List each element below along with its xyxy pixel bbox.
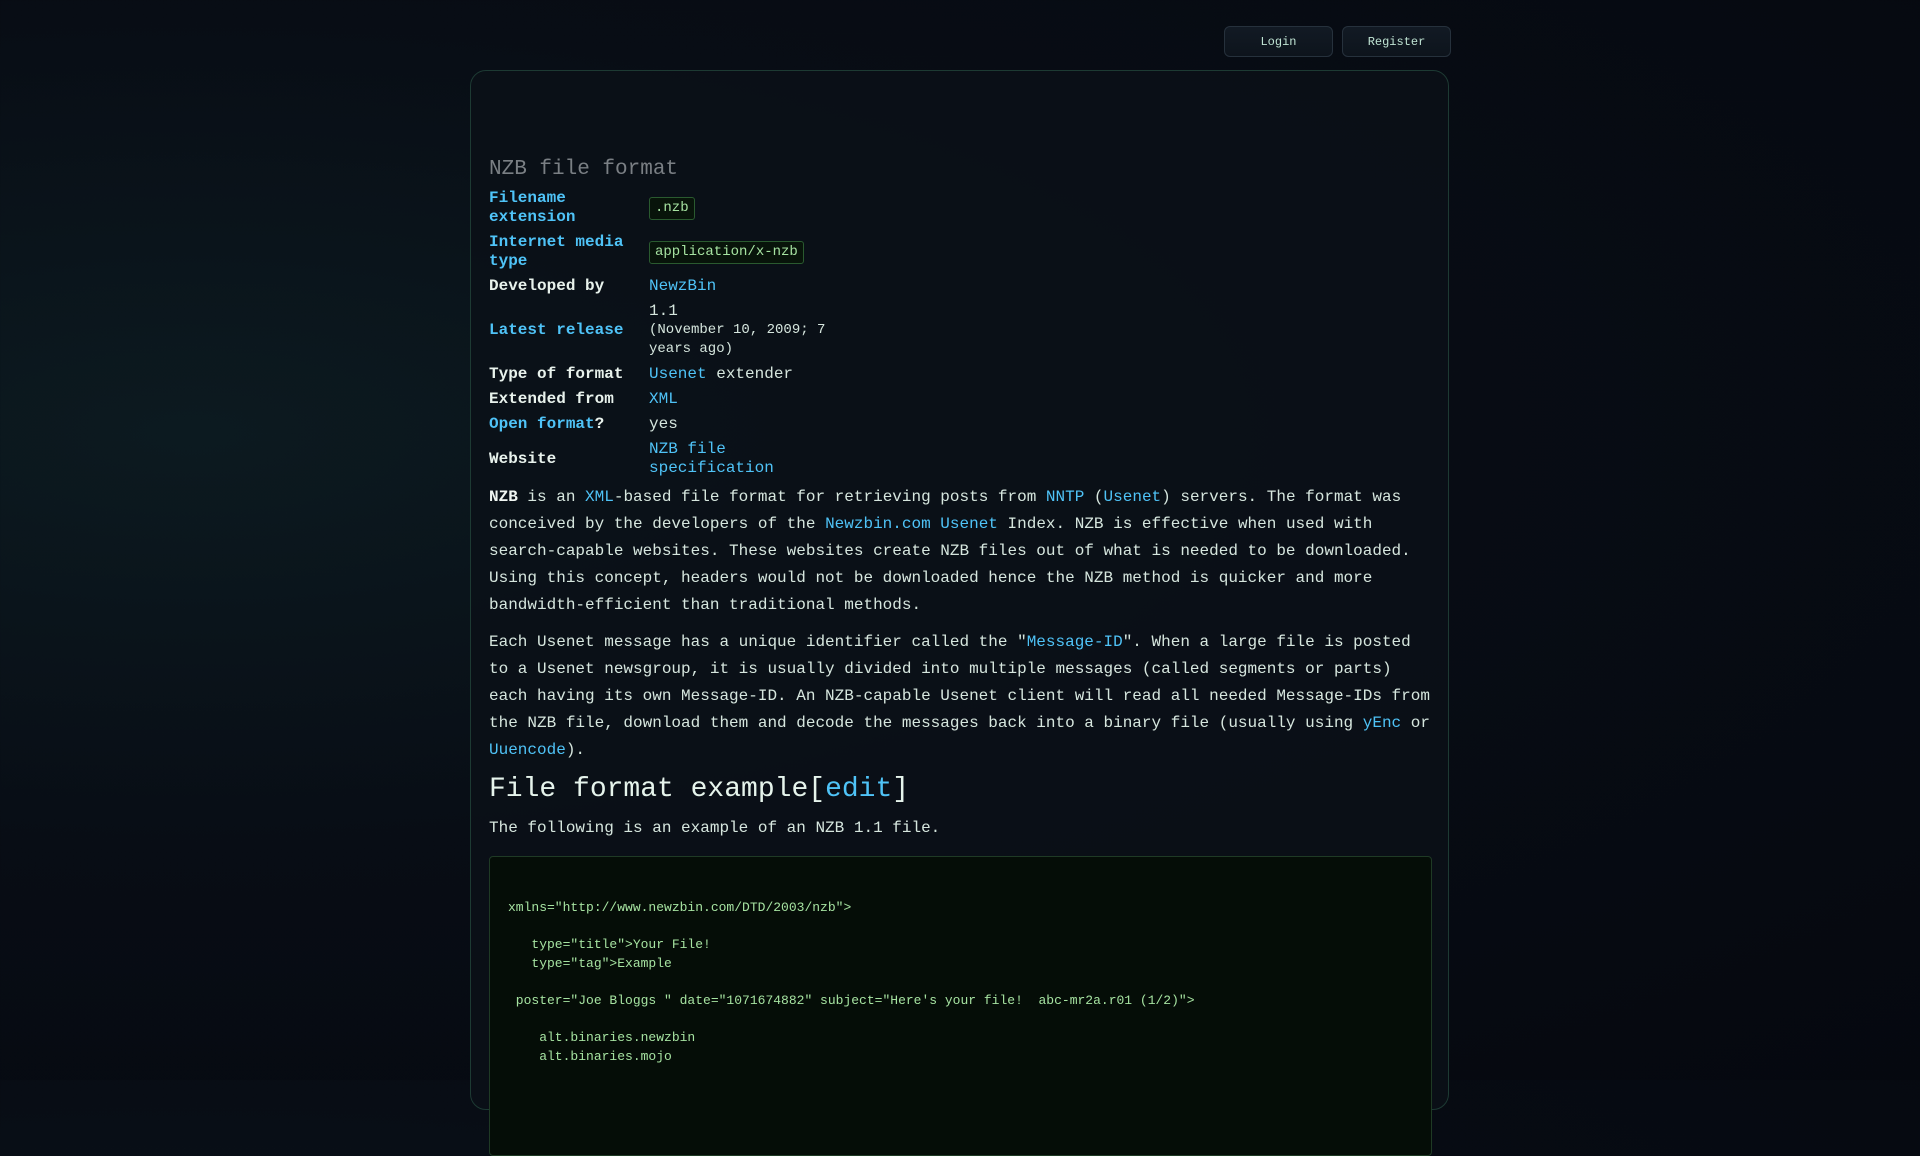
infobox-row: Website NZB file specification: [489, 440, 839, 484]
xml-link[interactable]: XML: [649, 390, 678, 408]
content-card: NZB file format Filename extension .nzb …: [470, 70, 1449, 1156]
infobox-label: Type of format: [489, 365, 624, 383]
bracket: ]: [892, 774, 910, 805]
text: or: [1401, 714, 1430, 732]
register-button[interactable]: Register: [1342, 26, 1451, 57]
infobox: Filename extension .nzb Internet media t…: [489, 189, 839, 484]
format-type: extender: [706, 365, 794, 383]
question-mark: ?: [594, 415, 605, 433]
uuencode-link[interactable]: Uuencode: [489, 741, 566, 759]
example-intro: The following is an example of an NZB 1.…: [489, 819, 941, 837]
infobox-row: Open format? yes: [489, 415, 839, 440]
text: -based file format for retrieving posts …: [613, 488, 1046, 506]
text: is an: [517, 488, 586, 506]
login-button[interactable]: Login: [1224, 26, 1333, 57]
open-format-link[interactable]: Open format: [489, 415, 595, 433]
website-link[interactable]: NZB file specification: [649, 440, 774, 477]
text: (: [1084, 488, 1104, 506]
infobox-label-link[interactable]: Latest release: [489, 302, 649, 365]
infobox-row: Developed by NewzBin: [489, 277, 839, 302]
nntp-link[interactable]: NNTP: [1046, 488, 1084, 506]
bracket: [: [808, 774, 826, 805]
yenc-link[interactable]: yEnc: [1363, 714, 1401, 732]
open-format-value: yes: [649, 415, 678, 433]
release-date: (November 10, 2009; 7 years ago): [649, 322, 826, 357]
paragraph-intro: NZB is an XML-based file format for retr…: [489, 484, 1432, 619]
text: ).: [565, 741, 586, 759]
infobox-title: NZB file format: [489, 158, 679, 181]
infobox-label: Extended from: [489, 390, 614, 408]
infobox-row: Filename extension .nzb: [489, 189, 839, 233]
infobox-label-link[interactable]: Internet media type: [489, 233, 649, 277]
section-heading: File format example[edit]: [489, 774, 1432, 805]
infobox-label: Developed by: [489, 277, 605, 295]
code-block: xmlns="http://www.newzbin.com/DTD/2003/n…: [489, 856, 1432, 1156]
text: [931, 515, 941, 533]
article: NZB file format Filename extension .nzb …: [489, 158, 1432, 1156]
extension-tag: .nzb: [649, 196, 695, 220]
infobox-row: Internet media type application/x-nzb: [489, 233, 839, 277]
infobox-row: Latest release 1.1 (November 10, 2009; 7 …: [489, 302, 839, 365]
newzbin-link[interactable]: NewzBin: [649, 277, 716, 295]
heading-text: File format example: [489, 774, 809, 805]
message-id-link[interactable]: Message-ID: [1027, 633, 1123, 651]
paragraph-message-id: Each Usenet message has a unique identif…: [489, 629, 1432, 764]
infobox-row: Extended from XML: [489, 390, 839, 415]
usenet-link[interactable]: Usenet: [649, 365, 707, 383]
newzbin-link[interactable]: Newzbin.com: [825, 515, 931, 533]
bold-nzb: NZB: [489, 488, 518, 506]
edit-link[interactable]: edit: [825, 774, 892, 805]
infobox-label: Website: [489, 449, 557, 468]
usenet-link[interactable]: Usenet: [940, 515, 998, 533]
media-type-tag: application/x-nzb: [649, 240, 804, 264]
usenet-link[interactable]: Usenet: [1104, 488, 1162, 506]
version: 1.1: [649, 302, 678, 320]
infobox-label-link[interactable]: Filename extension: [489, 189, 649, 233]
xml-link[interactable]: XML: [585, 488, 614, 506]
text: Each Usenet message has a unique identif…: [489, 633, 1027, 651]
infobox-row: Type of format Usenet extender: [489, 365, 839, 390]
